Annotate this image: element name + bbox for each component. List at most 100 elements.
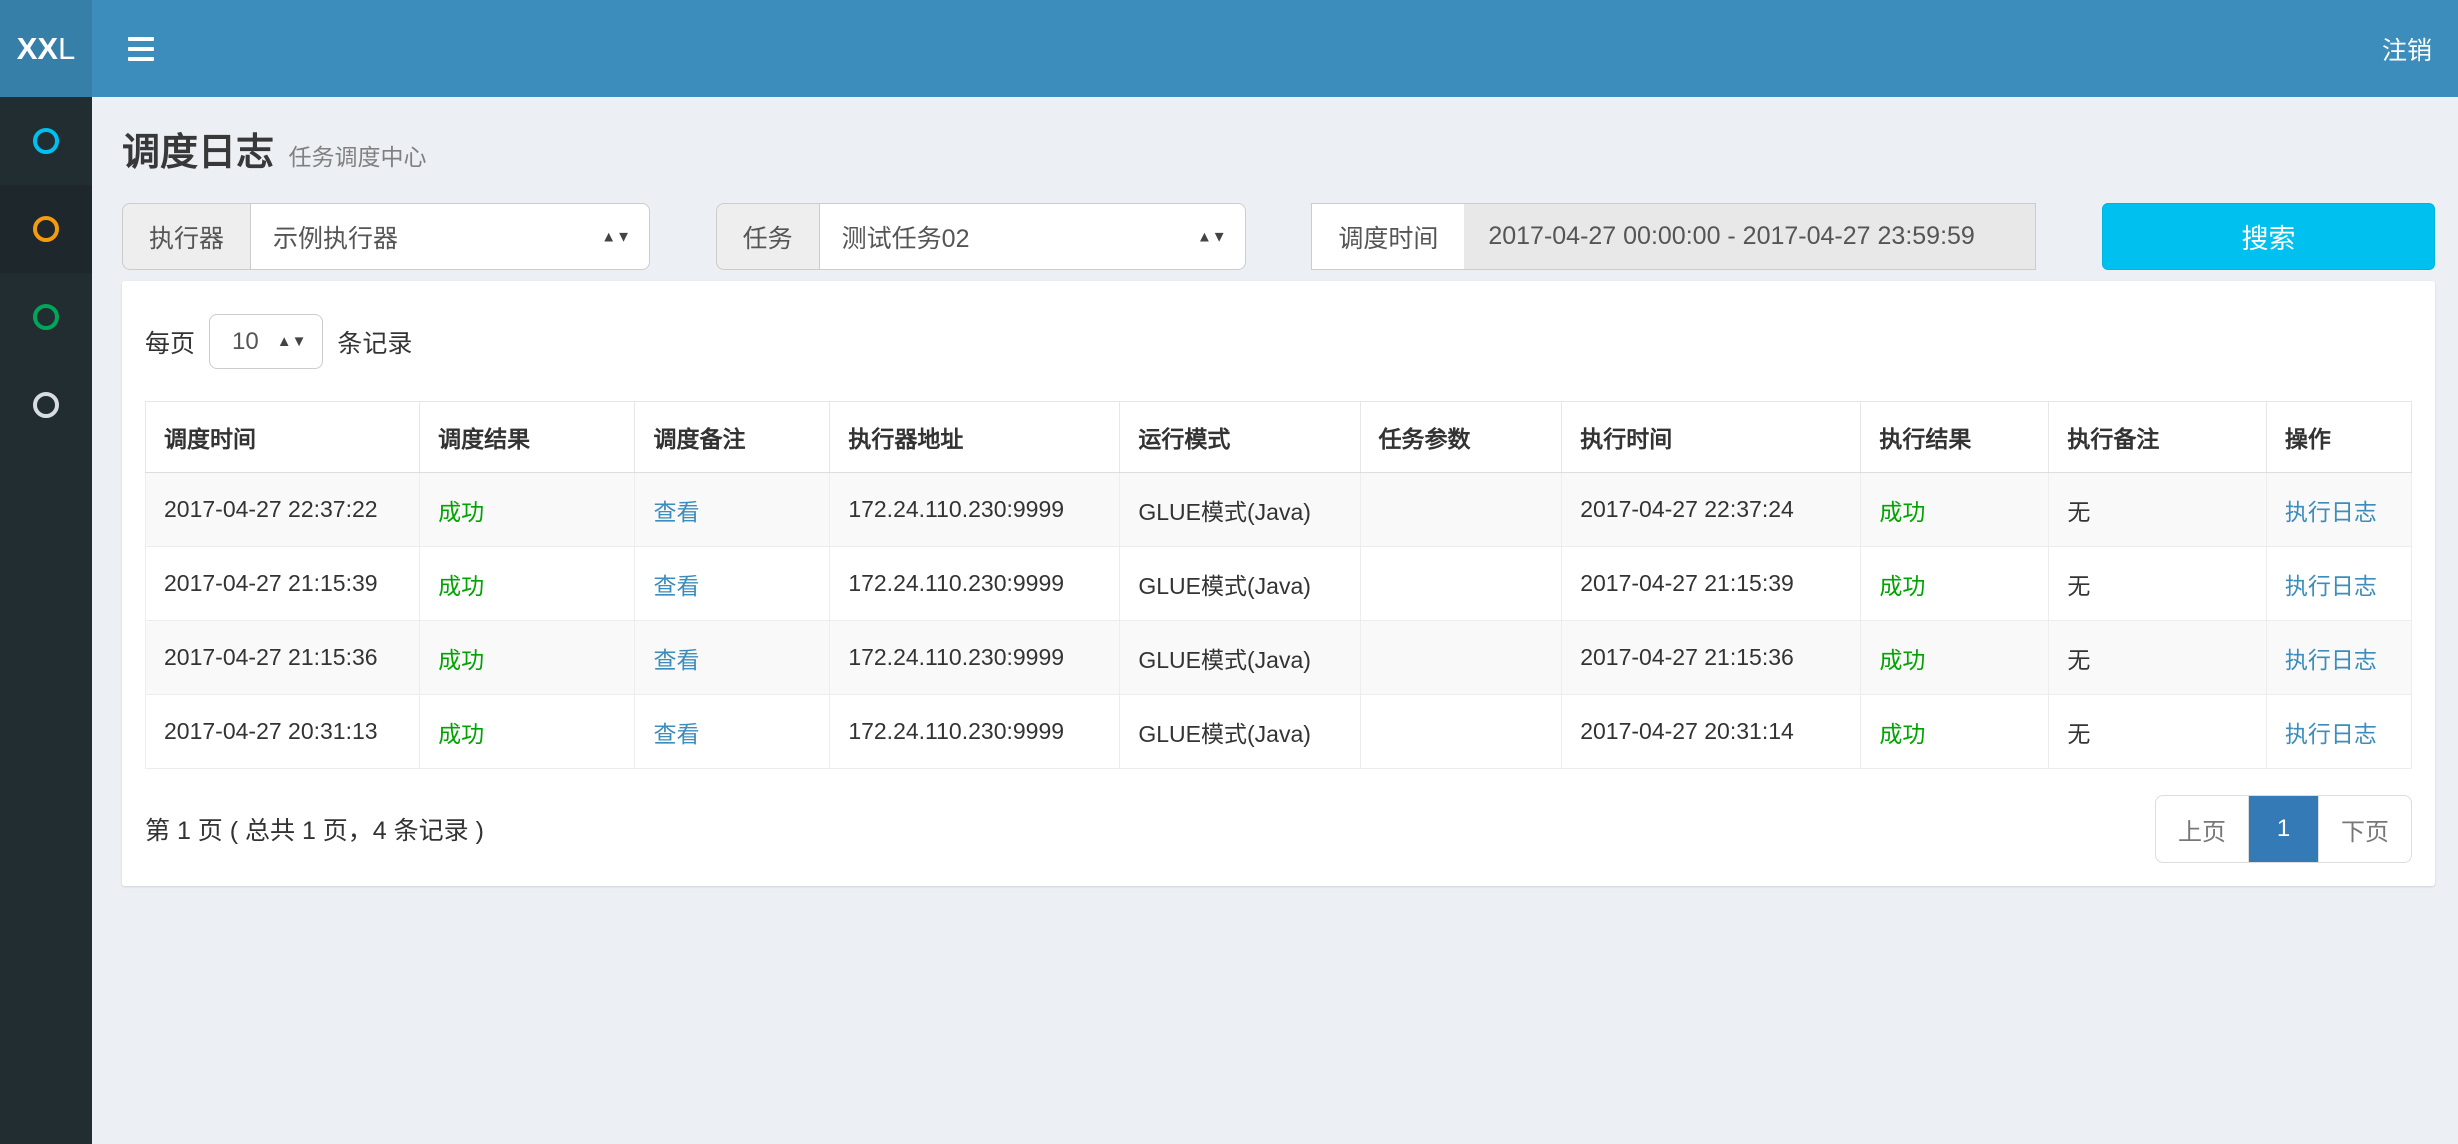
cell-schedule_result: 成功	[420, 621, 635, 695]
table-row: 2017-04-27 20:31:13成功查看172.24.110.230:99…	[146, 695, 2412, 769]
cell-exec_time: 2017-04-27 21:15:36	[1562, 621, 1861, 695]
action-link[interactable]: 执行日志	[2285, 721, 2377, 747]
page-size-suffix: 条记录	[337, 324, 412, 360]
cell-action: 执行日志	[2266, 621, 2411, 695]
cell-run_mode: GLUE模式(Java)	[1120, 621, 1360, 695]
page-size-select[interactable]: 10 ▲▼	[209, 314, 323, 369]
table-row: 2017-04-27 22:37:22 成功 查看 172.24.110.230:99…	[146, 473, 2412, 547]
cell-exec_time: 2017-04-27 21:15:39	[1562, 547, 1861, 621]
cell-exec_time: 2017-04-27 22:37:24	[1562, 473, 1861, 547]
cell-executor_address: 172.24.110.230:9999	[830, 621, 1120, 695]
cell-executor_address: 172.24.110.230:9999	[830, 473, 1120, 547]
logo-text-light: L	[58, 31, 75, 67]
cell-job_param	[1360, 473, 1562, 547]
sidebar-item-3[interactable]	[0, 273, 92, 361]
column-header-schedule_time: 调度时间	[146, 402, 420, 473]
circle-icon	[33, 216, 59, 242]
schedule_remark-link[interactable]: 查看	[653, 573, 699, 599]
cell-action: 执行日志	[2266, 547, 2411, 621]
schedule-time-filter-group: 调度时间 2017-04-27 00:00:00 - 2017-04-27 23…	[1311, 203, 2036, 270]
main-content: 调度日志 任务调度中心 执行器 示例执行器 ▲▼ 任务 测试任务02 ▲▼ 调度…	[92, 97, 2458, 1144]
schedule-time-filter-label: 调度时间	[1311, 203, 1464, 270]
logo-text-bold: XX	[17, 31, 58, 67]
top-navbar: XXL 注销	[0, 0, 2458, 97]
pagination-info: 第 1 页 ( 总共 1 页，4 条记录 )	[145, 811, 484, 847]
cell-action: 执行日志	[2266, 695, 2411, 769]
log-table-header-row: 调度时间调度结果调度备注执行器地址运行模式任务参数执行时间执行结果执行备注操作	[146, 402, 2412, 473]
column-header-exec_remark: 执行备注	[2049, 402, 2267, 473]
cell-schedule_remark: 查看	[635, 621, 830, 695]
select-updown-icon: ▲▼	[1197, 230, 1227, 243]
action-link[interactable]: 执行日志	[2285, 647, 2377, 673]
page-size-prefix: 每页	[145, 324, 195, 360]
circle-icon	[33, 304, 59, 330]
cell-executor_address: 172.24.110.230:9999	[830, 547, 1120, 621]
column-header-executor_address: 执行器地址	[830, 402, 1120, 473]
cell-exec_result: 成功	[1861, 547, 2049, 621]
cell-exec_remark: 无	[2049, 695, 2267, 769]
cell-schedule_remark: 查看	[635, 695, 830, 769]
next-page-button[interactable]: 下页	[2319, 796, 2411, 862]
page-1-button[interactable]: 1	[2249, 796, 2319, 862]
cell-job_param	[1360, 547, 1562, 621]
cell-run_mode: GLUE模式(Java)	[1120, 473, 1360, 547]
cell-schedule_time: 2017-04-27 21:15:39	[146, 547, 420, 621]
schedule_remark-link[interactable]: 查看	[653, 499, 699, 525]
cell-run_mode: GLUE模式(Java)	[1120, 547, 1360, 621]
cell-exec_result: 成功	[1861, 621, 2049, 695]
cell-job_param	[1360, 621, 1562, 695]
page-size-value: 10	[232, 328, 259, 356]
column-header-exec_result: 执行结果	[1861, 402, 2049, 473]
job-select-value: 测试任务02	[842, 219, 970, 255]
column-header-exec_time: 执行时间	[1562, 402, 1861, 473]
cell-schedule_time: 2017-04-27 22:37:22	[146, 473, 420, 547]
action-link[interactable]: 执行日志	[2285, 573, 2377, 599]
pagination-bar: 第 1 页 ( 总共 1 页，4 条记录 ) 上页 1 下页	[145, 795, 2412, 863]
app-logo[interactable]: XXL	[0, 0, 92, 97]
content-header: 调度日志 任务调度中心	[92, 97, 2458, 176]
pager: 上页 1 下页	[2155, 795, 2412, 863]
circle-icon	[33, 128, 59, 154]
schedule-time-range-input[interactable]: 2017-04-27 00:00:00 - 2017-04-27 23:59:5…	[1464, 203, 2036, 270]
cell-exec_result: 成功	[1861, 695, 2049, 769]
column-header-schedule_remark: 调度备注	[635, 402, 830, 473]
executor-select-value: 示例执行器	[273, 219, 398, 255]
cell-exec_result: 成功	[1861, 473, 2049, 547]
executor-filter-group: 执行器 示例执行器 ▲▼	[122, 203, 650, 270]
screen: XXL 注销 调度日志 任务调度中心 执行器 示例执行器 ▲▼ 任务	[0, 0, 2458, 1144]
cell-action: 执行日志	[2266, 473, 2411, 547]
executor-select[interactable]: 示例执行器 ▲▼	[250, 203, 650, 270]
job-filter-group: 任务 测试任务02 ▲▼	[716, 203, 1246, 270]
navbar-spacer	[190, 0, 2356, 97]
cell-schedule_remark: 查看	[635, 547, 830, 621]
page-size-control: 每页 10 ▲▼ 条记录	[145, 304, 2412, 369]
column-header-run_mode: 运行模式	[1120, 402, 1360, 473]
cell-schedule_time: 2017-04-27 21:15:36	[146, 621, 420, 695]
prev-page-button[interactable]: 上页	[2156, 796, 2249, 862]
action-link[interactable]: 执行日志	[2285, 499, 2377, 525]
job-filter-label: 任务	[716, 203, 819, 270]
sidebar-menu	[0, 97, 92, 1144]
log-table-body: 2017-04-27 22:37:22成功查看172.24.110.230:99…	[146, 473, 2412, 769]
logout-button[interactable]: 注销	[2356, 0, 2458, 97]
select-updown-icon: ▲▼	[601, 230, 631, 243]
sidebar-item-4[interactable]	[0, 361, 92, 449]
page-subtitle: 任务调度中心	[288, 144, 426, 170]
cell-job_param	[1360, 695, 1562, 769]
sidebar-item-2[interactable]	[0, 185, 92, 273]
schedule_remark-link[interactable]: 查看	[653, 721, 699, 747]
cell-run_mode: GLUE模式(Java)	[1120, 695, 1360, 769]
circle-icon	[33, 392, 59, 418]
sidebar-item-1[interactable]	[0, 97, 92, 185]
job-select[interactable]: 测试任务02 ▲▼	[819, 203, 1246, 270]
cell-schedule_time: 2017-04-27 20:31:13	[146, 695, 420, 769]
cell-exec_remark: 无	[2049, 547, 2267, 621]
executor-filter-label: 执行器	[122, 203, 250, 270]
schedule_remark-link[interactable]: 查看	[653, 647, 699, 673]
table-row: 2017-04-27 21:15:39成功查看172.24.110.230:99…	[146, 547, 2412, 621]
log-panel: 每页 10 ▲▼ 条记录 调度时间调度结果调度备注执行器地址运行模式任务参数执行…	[122, 281, 2435, 886]
column-header-action: 操作	[2266, 402, 2411, 473]
search-button[interactable]: 搜索	[2102, 203, 2435, 270]
column-header-schedule_result: 调度结果	[420, 402, 635, 473]
sidebar-toggle-button[interactable]	[92, 0, 190, 97]
